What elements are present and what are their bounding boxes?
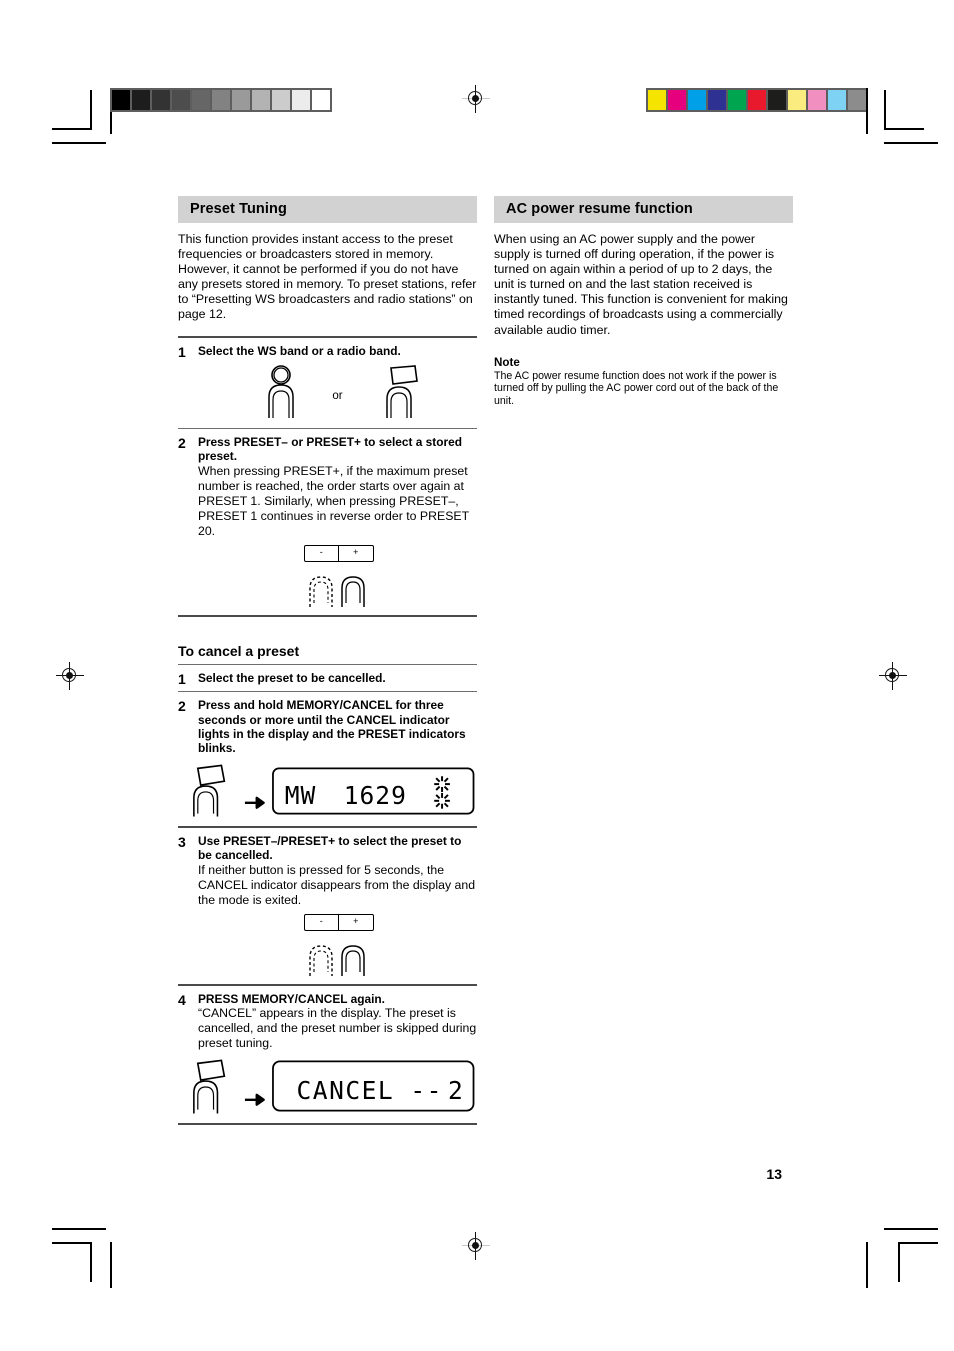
grayscale-calibration-strip [110,88,332,112]
calibration-swatch [272,90,290,110]
lcd-cancel-text: CANCEL -- [296,1076,442,1105]
step-1: 1 Select the WS band or a radio band. or [178,338,477,428]
lcd-display-mw: MW 1629 [271,767,474,815]
calibration-swatch [848,90,866,110]
calibration-swatch [808,90,826,110]
lcd-band-text: MW [284,781,316,810]
crop-mark-bottom-right-bar [866,1242,872,1288]
calibration-swatch [768,90,786,110]
or-label: or [332,389,343,402]
registration-target-left [56,662,84,690]
left-column: Preset Tuning This function provides ins… [178,196,477,1126]
ac-power-resume-body: When using an AC power supply and the po… [494,232,788,337]
arrow-right-icon [244,796,265,809]
crop-mark-bottom-right [884,1228,938,1282]
finger-press-figure [193,764,226,817]
ac-power-resume-heading: AC power resume function [494,196,793,223]
illustration-lcd-cancel: CANCEL -- 2 [178,1051,477,1123]
calibration-swatch [708,90,726,110]
step-number: 3 [178,833,186,850]
cancel-step-2: 2 Press and hold MEMORY/CANCEL for three… [178,692,477,826]
calibration-swatch [192,90,210,110]
preset-plus-label: + [353,546,359,557]
crop-mark-bottom-left [52,1228,106,1282]
color-calibration-strip [646,88,868,112]
two-fingers-figure [308,576,365,607]
step-lead: Use PRESET–/PRESET+ to select the preset… [198,833,462,863]
calibration-swatch [648,90,666,110]
blink-indicator-icon [433,776,450,809]
calibration-swatch [112,90,130,110]
step-detail: “CANCEL” appears in the display. The pre… [198,1006,477,1051]
crop-mark-top-right-bar [866,88,872,134]
lcd-display-cancel: CANCEL -- 2 [271,1060,474,1112]
calibration-swatch [152,90,170,110]
calibration-swatch [312,90,330,110]
preset-plus-label: + [353,915,359,926]
step-number: 2 [178,434,186,451]
preset-tuning-intro: This function provides instant access to… [178,232,477,322]
step-lead: Select the WS band or a radio band. [198,343,401,358]
divider [178,614,477,617]
calibration-swatch [688,90,706,110]
preset-minus-label: - [305,914,339,930]
registration-target-bottom [462,1232,490,1260]
preset-tuning-heading: Preset Tuning [178,196,477,223]
calibration-swatch [748,90,766,110]
step-2: 2 Press PRESET– or PRESET+ to select a s… [178,429,477,615]
registration-target-top [462,85,490,113]
step-lead: Press and hold MEMORY/CANCEL for three s… [198,698,466,756]
step-lead: PRESS MEMORY/CANCEL again. [198,991,385,1006]
step-lead: Select the preset to be cancelled. [198,670,386,685]
right-column: AC power resume function When using an A… [494,196,793,407]
step-number: 4 [178,991,186,1008]
step-detail: When pressing PRESET+, if the maximum pr… [198,463,469,538]
lcd-frequency-text: 1629 [343,781,406,810]
cancel-step-1: 1 Select the preset to be cancelled. [178,665,477,691]
calibration-swatch [172,90,190,110]
step-lead: Press PRESET– or PRESET+ to select a sto… [198,434,463,464]
calibration-swatch [728,90,746,110]
crop-mark-top-right [884,90,938,144]
cancel-step-3: 3 Use PRESET–/PRESET+ to select the pres… [178,828,477,984]
calibration-swatch [828,90,846,110]
cancel-preset-subheading: To cancel a preset [178,642,300,659]
illustration-band-buttons: or [198,358,477,428]
calibration-swatch [232,90,250,110]
registration-target-right [879,662,907,690]
illustration-preset-rocker: - + [198,539,477,615]
step-number: 1 [178,343,186,360]
step-detail: If neither button is pressed for 5 secon… [198,862,476,907]
arrow-right-icon [244,1093,265,1106]
step-number: 2 [178,698,186,715]
calibration-swatch [212,90,230,110]
crop-mark-bottom-left-bar [110,1242,116,1288]
calibration-swatch [252,90,270,110]
page-number: 13 [766,1166,782,1182]
calibration-swatch [292,90,310,110]
illustration-preset-rocker-2: - + [198,908,477,984]
note-text: The AC power resume function does not wo… [494,369,779,407]
step-number: 1 [178,670,186,687]
lcd-preset-number-text: 2 [448,1076,463,1105]
calibration-swatch [132,90,150,110]
note-heading: Note [494,355,520,369]
illustration-lcd-mw: MW 1629 [178,756,477,826]
calibration-swatch [668,90,686,110]
calibration-swatch [788,90,806,110]
preset-minus-label: - [305,545,339,561]
divider [178,1123,477,1126]
cancel-step-4: 4 PRESS MEMORY/CANCEL again. “CANCEL” ap… [178,986,477,1123]
crop-mark-top-left [52,90,106,144]
finger-press-figure [193,1059,226,1114]
two-fingers-figure [308,944,365,976]
